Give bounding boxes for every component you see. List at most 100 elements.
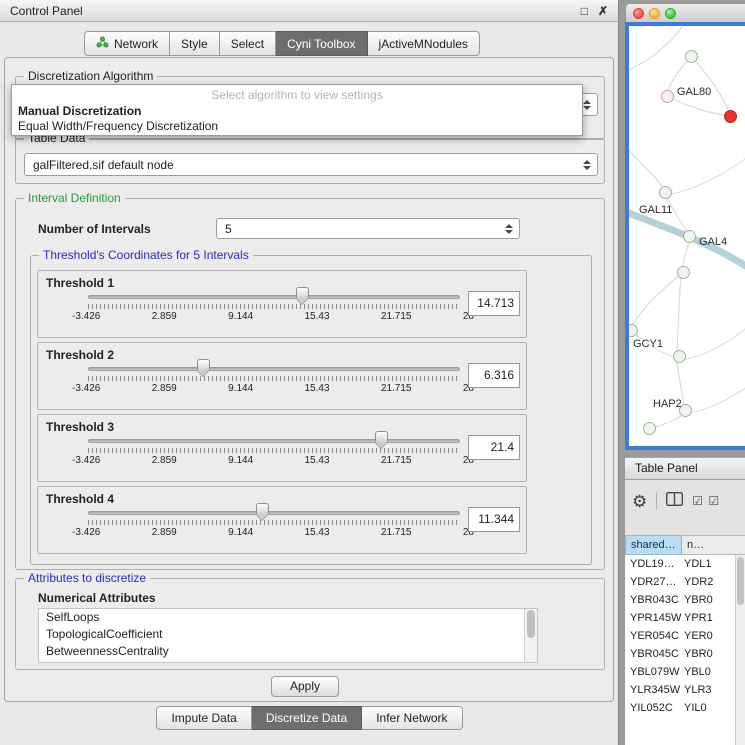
zoom-traffic-light-icon[interactable] [665,8,676,19]
float-window-icon[interactable]: □ [581,4,588,18]
tab-cyni-toolbox[interactable]: Cyni Toolbox [276,31,367,56]
tab-style[interactable]: Style [170,31,220,56]
slider-thumb[interactable] [375,431,388,442]
close-traffic-light-icon[interactable] [633,8,644,19]
slider-track[interactable] [88,295,460,299]
checkbox-icons[interactable]: ☑ ☑ [692,494,720,508]
threshold-value-field[interactable]: 21.4 [468,435,520,460]
tick-label: 15.43 [305,455,330,466]
bottom-tabbar: Impute Data Discretize Data Infer Networ… [0,706,619,730]
group-title: Attributes to discretize [24,571,150,585]
threshold-value-field[interactable]: 11.344 [468,507,520,532]
numerical-attributes-label: Numerical Attributes [38,591,156,605]
number-of-intervals-combo[interactable]: 5 [216,218,520,239]
list-item[interactable]: SelfLoops [39,609,537,626]
table-cell: YBR043C [625,594,682,606]
network-node[interactable] [661,90,674,103]
network-node-selected[interactable] [724,110,737,123]
slider-track[interactable] [88,367,460,371]
list-item[interactable]: TopologicalCoefficient [39,626,537,643]
table-cell: YBR0 [682,594,735,606]
tab-label: jActiveMNodules [379,37,468,51]
tick-label: -3.426 [72,383,100,394]
tick-label: 15.43 [305,311,330,322]
apply-button[interactable]: Apply [271,676,339,697]
gear-icon[interactable]: ⚙ [632,493,647,510]
threshold-value-field[interactable]: 14.713 [468,291,520,316]
table-cell: YER054C [625,630,682,642]
columns-icon[interactable] [666,492,683,511]
tab-discretize-data[interactable]: Discretize Data [252,706,362,730]
threshold-4-slider[interactable]: -3.4262.8599.14415.4321.71528 [88,503,460,543]
tick-label: 2.859 [152,455,177,466]
table-row[interactable]: YDR27…YDR2 [625,573,735,591]
threshold-1-slider[interactable]: -3.4262.8599.14415.4321.71528 [88,287,460,327]
table-row[interactable]: YPR145WYPR1 [625,609,735,627]
minimize-traffic-light-icon[interactable] [649,8,660,19]
slider-ticks [88,376,460,381]
network-node-label: GAL80 [677,86,711,98]
network-node[interactable] [659,186,672,199]
table-panel-titlebar[interactable]: Table Panel [625,457,745,480]
list-scrollbar[interactable] [524,609,537,662]
slider-tick-labels: -3.4262.8599.14415.4321.71528 [72,383,474,394]
table-row[interactable]: YDL19…YDL1 [625,555,735,573]
popup-hint: Select algorithm to view settings [12,88,582,102]
table-row[interactable]: YBL079WYBL0 [625,663,735,681]
slider-tick-labels: -3.4262.8599.14415.4321.71528 [72,527,474,538]
column-header-name[interactable]: n… [682,535,745,555]
tab-jactivemnodules[interactable]: jActiveMNodules [368,31,480,56]
tick-label: 15.43 [305,527,330,538]
table-cell: YDR2 [682,576,735,588]
popup-option-equal-width-frequency[interactable]: Equal Width/Frequency Discretization [18,119,218,133]
slider-ticks [88,304,460,309]
network-node-label: HAP2 [653,398,682,410]
stepper-icon [501,219,517,238]
numerical-attributes-list[interactable]: SelfLoopsTopologicalCoefficientBetweenne… [38,608,538,663]
threshold-3-slider[interactable]: -3.4262.8599.14415.4321.71528 [88,431,460,471]
group-title: Threshold's Coordinates for 5 Intervals [39,248,253,262]
table-scrollbar[interactable] [735,555,745,745]
tab-impute-data[interactable]: Impute Data [156,706,251,730]
network-node[interactable] [685,50,698,63]
table-row[interactable]: YIL052CYIL0 [625,699,735,717]
network-node[interactable] [683,230,696,243]
table-rows: YDL19…YDL1YDR27…YDR2YBR043CYBR0YPR145WYP… [625,555,735,745]
table-cell: YBL079W [625,666,682,678]
column-header-shared-name[interactable]: shared… [625,535,682,555]
threshold-value-field[interactable]: 6.316 [468,363,520,388]
threshold-2-slider[interactable]: -3.4262.8599.14415.4321.71528 [88,359,460,399]
tick-label: 21.715 [381,455,412,466]
attributes-to-discretize-group: Attributes to discretize Numerical Attri… [15,578,605,670]
slider-thumb[interactable] [197,359,210,370]
slider-thumb[interactable] [296,287,309,298]
tick-label: 9.144 [228,527,253,538]
close-icon[interactable]: ✗ [598,4,608,18]
network-node[interactable] [673,350,686,363]
network-node-label: GCY1 [633,338,663,350]
network-node[interactable] [677,266,690,279]
slider-thumb[interactable] [256,503,269,514]
tab-infer-network[interactable]: Infer Network [362,706,462,730]
table-row[interactable]: YLR345WYLR3 [625,681,735,699]
network-window-titlebar[interactable] [625,3,745,22]
stepper-icon [579,154,595,175]
list-item[interactable]: BetweennessCentrality [39,643,537,660]
scrollbar-thumb[interactable] [527,610,535,638]
tab-select[interactable]: Select [220,31,276,56]
popup-option-manual-discretization[interactable]: Manual Discretization [18,104,141,118]
tab-network[interactable]: Network [84,31,170,56]
slider-track[interactable] [88,511,460,515]
slider-tick-labels: -3.4262.8599.14415.4321.71528 [72,311,474,322]
table-cell: YLR3 [682,684,735,696]
table-row[interactable]: YBR045CYBR0 [625,645,735,663]
scrollbar-thumb[interactable] [737,557,744,605]
network-canvas[interactable]: GAL80 GAL11 GAL4 GCY1 HAP2 [629,26,745,446]
table-row[interactable]: YBR043CYBR0 [625,591,735,609]
control-panel-titlebar[interactable]: Control Panel □ ✗ [0,0,618,22]
table-row[interactable]: YER054CYER0 [625,627,735,645]
network-node[interactable] [643,422,656,435]
tick-label: 9.144 [228,455,253,466]
table-data-combo[interactable]: galFiltered.sif default node [24,153,598,176]
slider-track[interactable] [88,439,460,443]
